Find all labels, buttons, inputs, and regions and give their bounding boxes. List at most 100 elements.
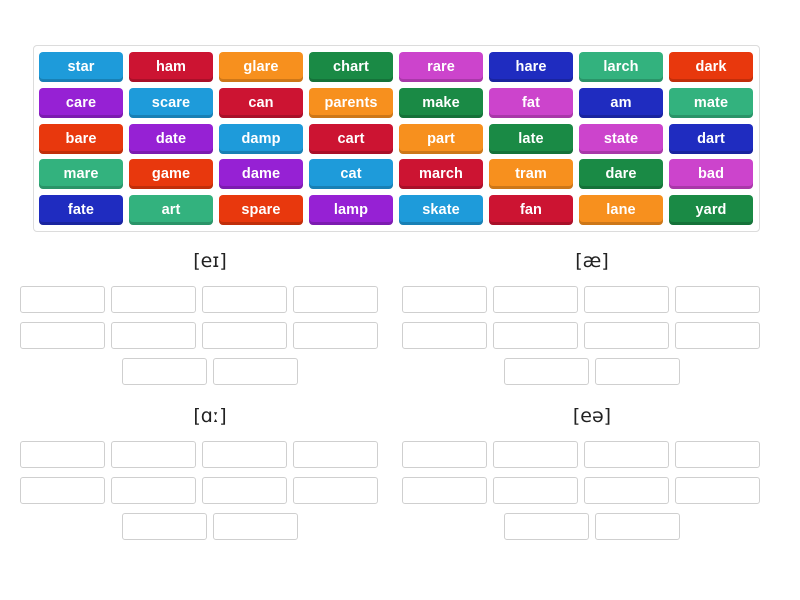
drop-zones <box>20 441 400 540</box>
drop-zone[interactable] <box>402 441 487 468</box>
word-tile[interactable]: game <box>129 159 213 190</box>
drop-zone[interactable] <box>293 441 378 468</box>
drop-zone[interactable] <box>293 286 378 313</box>
drop-zone-row <box>402 513 782 540</box>
drop-zone[interactable] <box>504 358 589 385</box>
word-tile[interactable]: make <box>399 87 483 118</box>
drop-zone[interactable] <box>20 286 105 313</box>
drop-zone-row <box>20 441 400 468</box>
category-group-0: [eɪ] <box>20 248 400 394</box>
drop-zone[interactable] <box>213 513 298 540</box>
drop-zone-row <box>402 358 782 385</box>
word-tile[interactable]: star <box>39 52 123 82</box>
word-tile[interactable]: bad <box>669 159 753 190</box>
category-group-3: [eə] <box>402 403 782 549</box>
drop-zone[interactable] <box>675 322 760 349</box>
drop-zone[interactable] <box>675 286 760 313</box>
word-tile[interactable]: lamp <box>309 195 393 225</box>
drop-zone[interactable] <box>293 477 378 504</box>
drop-zone[interactable] <box>493 441 578 468</box>
drop-zone-row <box>20 513 400 540</box>
drop-zone[interactable] <box>402 286 487 313</box>
word-tile[interactable]: fan <box>489 195 573 225</box>
category-title: [eə] <box>572 405 612 427</box>
drop-zone-row <box>402 441 782 468</box>
drop-zone[interactable] <box>293 322 378 349</box>
word-tile[interactable]: ham <box>129 52 213 82</box>
word-tile[interactable]: march <box>399 159 483 190</box>
drop-zone[interactable] <box>202 441 287 468</box>
drop-zone[interactable] <box>202 477 287 504</box>
word-tile[interactable]: date <box>129 123 213 154</box>
word-tile[interactable]: chart <box>309 52 393 82</box>
word-tile[interactable]: damp <box>219 123 303 154</box>
word-tile[interactable]: dame <box>219 159 303 190</box>
drop-zone[interactable] <box>584 286 669 313</box>
word-bank-row: fate art spare lamp skate fan lane yard <box>39 195 754 225</box>
category-title: [eɪ] <box>193 250 227 272</box>
drop-zone[interactable] <box>584 477 669 504</box>
drop-zone[interactable] <box>111 322 196 349</box>
word-tile[interactable]: spare <box>219 195 303 225</box>
drop-zone[interactable] <box>402 322 487 349</box>
category-group-1: [æ] <box>402 248 782 394</box>
drop-zone[interactable] <box>402 477 487 504</box>
category-title: [æ] <box>575 250 609 272</box>
word-tile[interactable]: cat <box>309 159 393 190</box>
word-tile[interactable]: dart <box>669 123 753 154</box>
drop-zones <box>402 286 782 385</box>
word-tile[interactable]: can <box>219 87 303 118</box>
drop-zone-row <box>20 477 400 504</box>
drop-zone[interactable] <box>504 513 589 540</box>
word-tile[interactable]: care <box>39 87 123 118</box>
drop-zone[interactable] <box>493 286 578 313</box>
word-tile[interactable]: dark <box>669 52 753 82</box>
word-tile[interactable]: skate <box>399 195 483 225</box>
word-tile[interactable]: fate <box>39 195 123 225</box>
category-title: [ɑː] <box>193 405 227 427</box>
word-tile[interactable]: rare <box>399 52 483 82</box>
word-tile[interactable]: tram <box>489 159 573 190</box>
drop-zone[interactable] <box>675 477 760 504</box>
drop-zone[interactable] <box>122 513 207 540</box>
word-tile[interactable]: state <box>579 123 663 154</box>
word-tile[interactable]: parents <box>309 87 393 118</box>
word-tile[interactable]: glare <box>219 52 303 82</box>
word-tile[interactable]: dare <box>579 159 663 190</box>
word-tile[interactable]: mate <box>669 87 753 118</box>
drop-zone[interactable] <box>595 513 680 540</box>
word-tile[interactable]: cart <box>309 123 393 154</box>
drop-zone[interactable] <box>20 441 105 468</box>
word-tile[interactable]: fat <box>489 87 573 118</box>
word-tile[interactable]: hare <box>489 52 573 82</box>
drop-zone[interactable] <box>493 322 578 349</box>
word-bank-row: bare date damp cart part late state dart <box>39 123 754 154</box>
drop-zones <box>20 286 400 385</box>
drop-zone[interactable] <box>122 358 207 385</box>
drop-zone[interactable] <box>202 322 287 349</box>
drop-zone[interactable] <box>493 477 578 504</box>
word-bank-row: star ham glare chart rare hare larch dark <box>39 52 754 82</box>
drop-zone[interactable] <box>202 286 287 313</box>
drop-zone[interactable] <box>584 441 669 468</box>
drop-zone[interactable] <box>20 477 105 504</box>
word-tile[interactable]: lane <box>579 195 663 225</box>
word-tile[interactable]: bare <box>39 123 123 154</box>
word-tile[interactable]: am <box>579 87 663 118</box>
drop-zone[interactable] <box>20 322 105 349</box>
word-tile[interactable]: late <box>489 123 573 154</box>
word-tile[interactable]: art <box>129 195 213 225</box>
drop-zone[interactable] <box>584 322 669 349</box>
drop-zone[interactable] <box>213 358 298 385</box>
word-tile[interactable]: larch <box>579 52 663 82</box>
word-tile[interactable]: mare <box>39 159 123 190</box>
drop-zone[interactable] <box>675 441 760 468</box>
word-tile[interactable]: yard <box>669 195 753 225</box>
drop-zone[interactable] <box>595 358 680 385</box>
drop-zone[interactable] <box>111 477 196 504</box>
drop-zone[interactable] <box>111 286 196 313</box>
word-tile[interactable]: scare <box>129 87 213 118</box>
drop-zone-row <box>402 286 782 313</box>
drop-zone[interactable] <box>111 441 196 468</box>
word-tile[interactable]: part <box>399 123 483 154</box>
